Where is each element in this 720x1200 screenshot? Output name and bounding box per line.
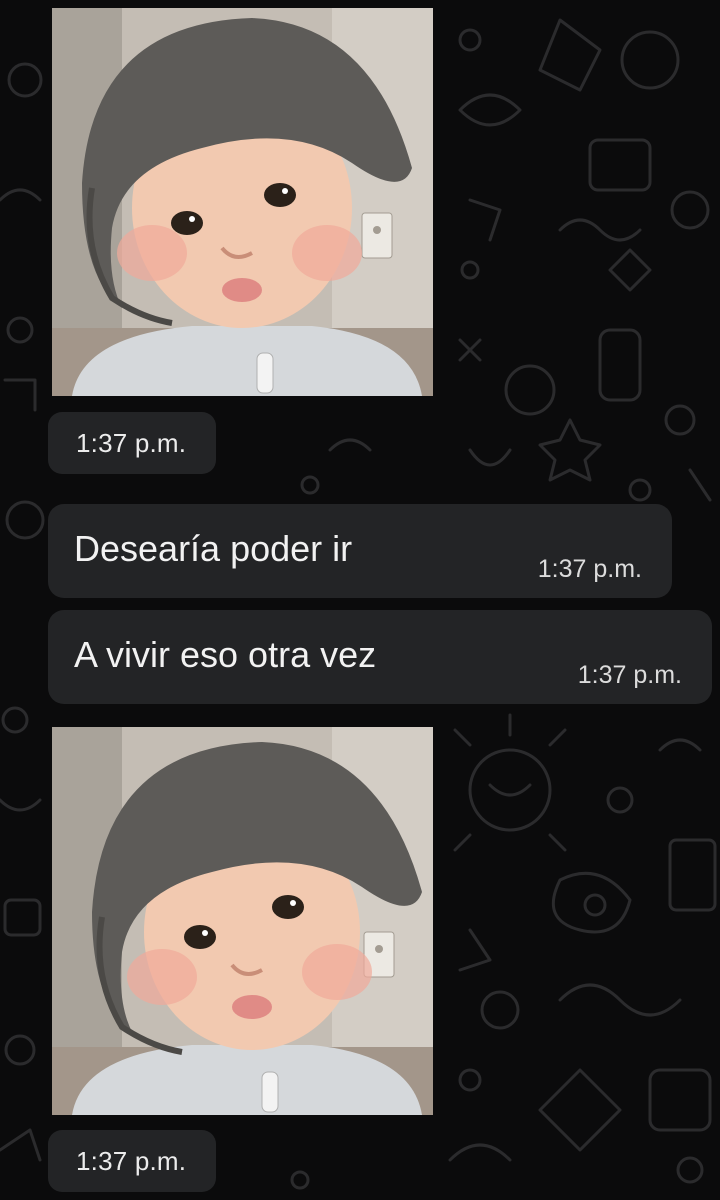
timestamp-text: 1:37 p.m. bbox=[76, 1145, 187, 1176]
timestamp-text: 1:37 p.m. bbox=[76, 427, 187, 458]
baby-photo bbox=[52, 8, 433, 396]
text-message-bubble[interactable]: A vivir eso otra vez 1:37 p.m. bbox=[48, 610, 712, 704]
message-timestamp: 1:37 p.m. bbox=[577, 661, 682, 689]
baby-photo bbox=[52, 727, 433, 1115]
image-message[interactable] bbox=[52, 727, 433, 1115]
text-message-bubble[interactable]: Desearía poder ir 1:37 p.m. bbox=[48, 504, 672, 598]
message-timestamp: 1:37 p.m. bbox=[48, 1130, 217, 1192]
message-text: A vivir eso otra vez bbox=[74, 634, 377, 675]
image-message[interactable] bbox=[52, 8, 433, 396]
message-timestamp: 1:37 p.m. bbox=[48, 412, 217, 474]
chat-thread: 1:37 p.m. Desearía poder ir 1:37 p.m. A … bbox=[0, 0, 720, 1200]
message-text: Desearía poder ir bbox=[74, 528, 353, 569]
message-timestamp: 1:37 p.m. bbox=[537, 555, 642, 583]
